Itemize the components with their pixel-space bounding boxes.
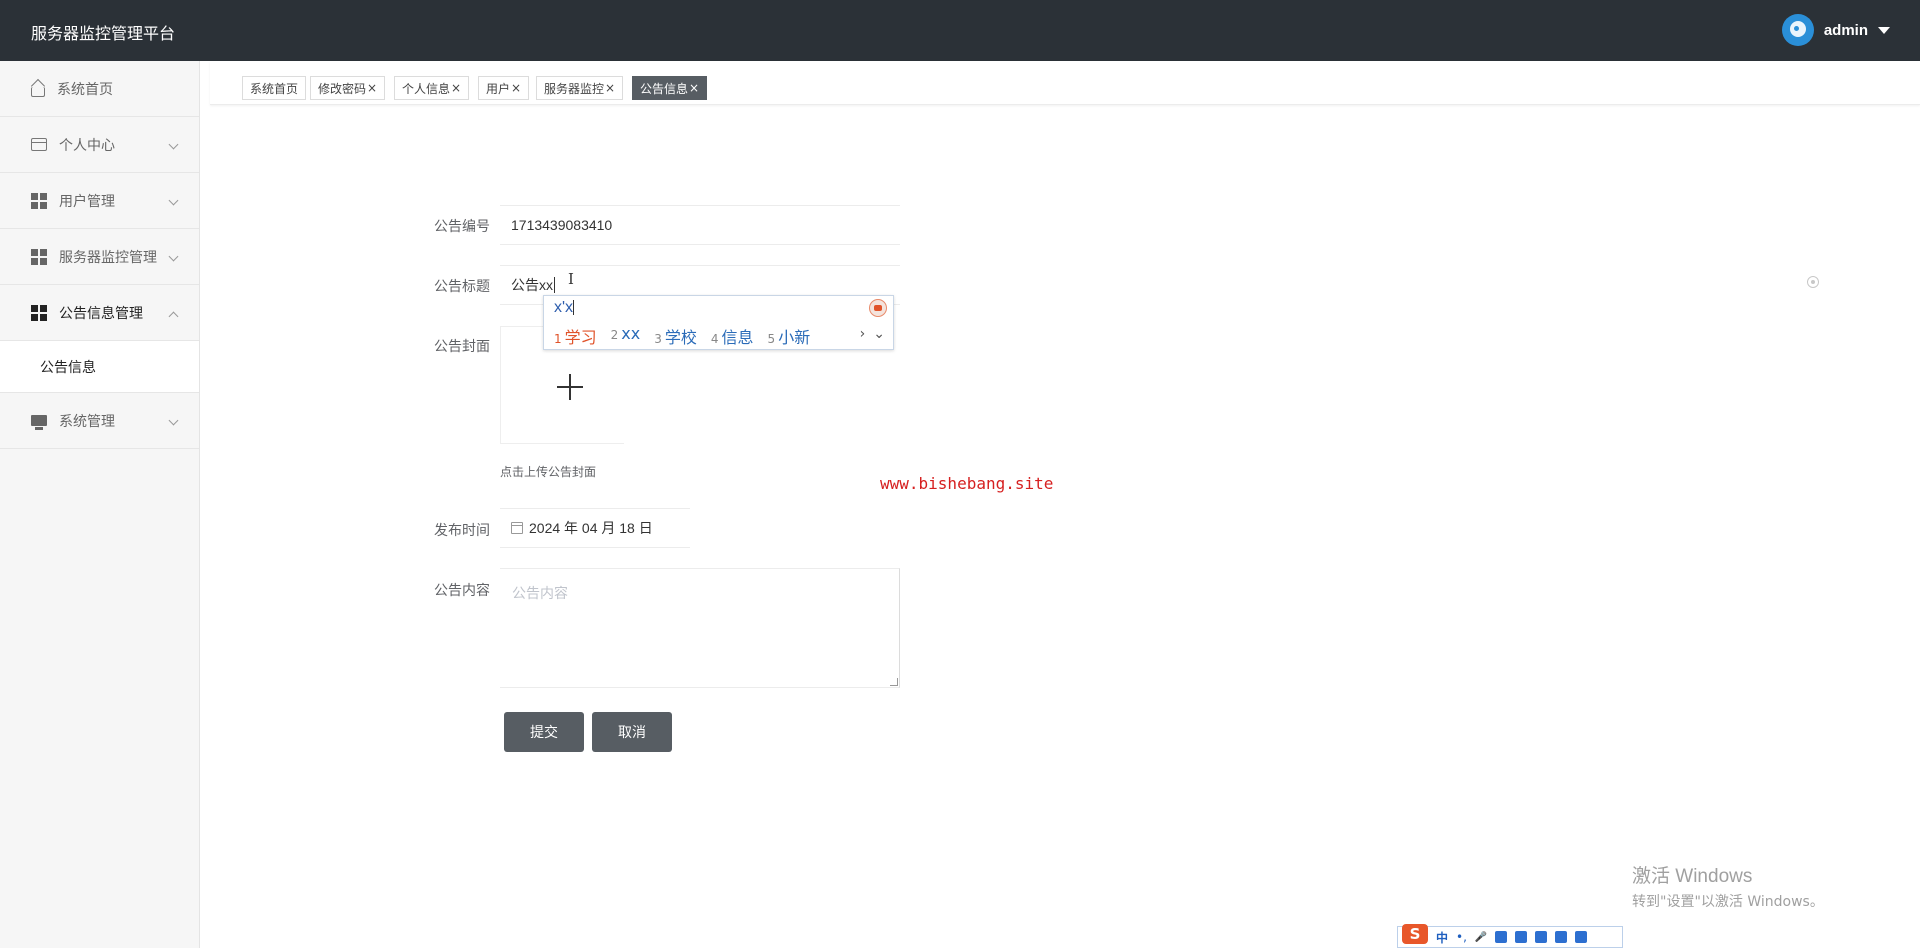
- activation-title: 激活 Windows: [1632, 866, 1753, 887]
- sidebar-item-user-management[interactable]: 用户管理: [0, 173, 199, 229]
- home-icon: [31, 86, 45, 97]
- title-value: 公告xx: [511, 277, 553, 293]
- tab-label: 公告信息: [640, 81, 689, 96]
- tab-notice[interactable]: 公告信息 ×: [632, 76, 708, 100]
- ime-candidate-window: x'x 1 学习 2 xx 3 学校 4 信息 5 小新 › ⌄: [543, 295, 894, 350]
- activation-subtitle: 转到"设置"以激活 Windows。: [1632, 894, 1824, 910]
- sidebar-item-personal-center[interactable]: 个人中心: [0, 117, 199, 173]
- avatar[interactable]: [1781, 14, 1814, 46]
- resize-handle[interactable]: [890, 678, 898, 686]
- ime-candidate[interactable]: 2 xx: [611, 324, 641, 348]
- top-bar: 服务器监控管理平台 admin: [0, 0, 1920, 61]
- close-icon[interactable]: ×: [511, 81, 521, 95]
- text-caret: [554, 277, 555, 293]
- apps-grid-icon[interactable]: [1555, 931, 1568, 943]
- title-label: 公告标题: [434, 279, 490, 295]
- user-menu[interactable]: admin: [1781, 14, 1890, 46]
- sidebar-item-label: 服务器监控管理: [59, 249, 157, 266]
- sidebar-item-label: 系统管理: [59, 413, 115, 430]
- app-title: 服务器监控管理平台: [31, 24, 176, 43]
- chevron-down-icon: [168, 195, 179, 206]
- watermark-url: www.bishebang.site: [880, 474, 1054, 493]
- ime-mode-toggle[interactable]: 中: [1436, 929, 1448, 946]
- close-icon[interactable]: ×: [689, 81, 699, 95]
- sidebar-item-system-management[interactable]: 系统管理: [0, 393, 199, 449]
- punctuation-toggle[interactable]: •,: [1456, 930, 1467, 944]
- ime-composition: x'x: [554, 299, 575, 316]
- shirt-icon[interactable]: [1515, 931, 1528, 943]
- tab-personal-info[interactable]: 个人信息 ×: [394, 76, 470, 100]
- ime-candidate-list: 1 学习 2 xx 3 学校 4 信息 5 小新: [554, 324, 810, 348]
- user-name[interactable]: admin: [1824, 22, 1868, 39]
- sidebar-item-label: 用户管理: [59, 193, 115, 210]
- content-textarea[interactable]: 公告内容: [500, 568, 900, 688]
- ime-candidate[interactable]: 1 学习: [554, 324, 597, 348]
- sidebar-item-notice-management[interactable]: 公告信息管理: [0, 285, 199, 341]
- tab-change-password[interactable]: 修改密码 ×: [310, 76, 386, 100]
- settings-icon[interactable]: [1807, 276, 1819, 288]
- grid-icon: [31, 304, 47, 321]
- ime-nav: › ⌄: [860, 326, 885, 342]
- close-icon[interactable]: ×: [367, 81, 377, 95]
- chevron-down-icon[interactable]: ⌄: [873, 326, 885, 342]
- chevron-down-icon: [168, 251, 179, 262]
- sidebar-item-home[interactable]: 系统首页: [0, 61, 199, 117]
- close-icon[interactable]: ×: [605, 81, 615, 95]
- caret-down-icon[interactable]: [1878, 26, 1890, 34]
- card-icon: [31, 138, 47, 151]
- grid-icon: [31, 248, 47, 265]
- close-icon[interactable]: ×: [451, 81, 461, 95]
- cancel-button[interactable]: 取消: [592, 712, 672, 752]
- sidebar-item-label: 公告信息管理: [59, 305, 143, 322]
- number-field[interactable]: 1713439083410: [500, 205, 900, 245]
- tab-label: 系统首页: [250, 81, 299, 96]
- plus-icon[interactable]: [569, 374, 571, 400]
- content-placeholder: 公告内容: [512, 586, 568, 602]
- cover-upload-hint: 点击上传公告封面: [500, 465, 597, 479]
- gear-icon[interactable]: [1575, 931, 1588, 943]
- tab-server-monitor[interactable]: 服务器监控 ×: [536, 76, 624, 100]
- chevron-right-icon[interactable]: ›: [860, 326, 866, 342]
- sidebar-subitem-notice[interactable]: 公告信息: [0, 341, 199, 393]
- tab-home[interactable]: 系统首页: [242, 76, 307, 100]
- tab-label: 用户: [486, 81, 511, 96]
- tab-user[interactable]: 用户 ×: [478, 76, 530, 100]
- ime-candidate[interactable]: 5 小新: [768, 324, 811, 348]
- chevron-down-icon: [168, 415, 179, 426]
- grid-icon: [31, 192, 47, 209]
- mouse-ibeam-icon: [568, 270, 574, 288]
- date-value: 2024 年 04 月 18 日: [529, 520, 653, 536]
- tab-label: 个人信息: [402, 81, 451, 96]
- sidebar-item-label: 个人中心: [59, 137, 115, 154]
- ime-skin-icon[interactable]: [869, 299, 887, 317]
- keyboard-icon[interactable]: [1495, 931, 1508, 943]
- submit-button[interactable]: 提交: [504, 712, 584, 752]
- calendar-icon: [511, 522, 523, 534]
- sidebar-item-server-monitor[interactable]: 服务器监控管理: [0, 229, 199, 285]
- microphone-icon[interactable]: 🎤: [1475, 932, 1487, 943]
- ime-candidate[interactable]: 4 信息: [711, 324, 754, 348]
- sogou-logo-icon[interactable]: S: [1402, 924, 1428, 944]
- monitor-icon: [31, 415, 47, 430]
- tab-label: 服务器监控: [544, 81, 605, 96]
- number-label: 公告编号: [434, 219, 490, 235]
- sidebar-item-label: 系统首页: [57, 81, 113, 98]
- date-picker[interactable]: 2024 年 04 月 18 日: [500, 508, 690, 548]
- chevron-up-icon: [168, 311, 179, 322]
- chevron-down-icon: [168, 139, 179, 150]
- number-value: 1713439083410: [511, 217, 613, 233]
- ime-toolbar[interactable]: S 中 •, 🎤: [1397, 924, 1623, 948]
- windows-activation-watermark: 激活 Windows 转到"设置"以激活 Windows。: [1632, 861, 1824, 911]
- robot-icon[interactable]: [1535, 931, 1548, 943]
- tab-label: 修改密码: [318, 81, 367, 96]
- ime-candidate[interactable]: 3 学校: [654, 324, 697, 348]
- date-label: 发布时间: [434, 523, 490, 539]
- sidebar: 系统首页 个人中心 用户管理 服务器监控管理 公告信息管理 公告信息 系统管理: [0, 61, 200, 948]
- content-label: 公告内容: [434, 583, 490, 599]
- tabs-bar: 系统首页 修改密码 × 个人信息 × 用户 × 服务器监控 × 公告信息 ×: [210, 61, 1920, 105]
- cover-label: 公告封面: [434, 339, 490, 355]
